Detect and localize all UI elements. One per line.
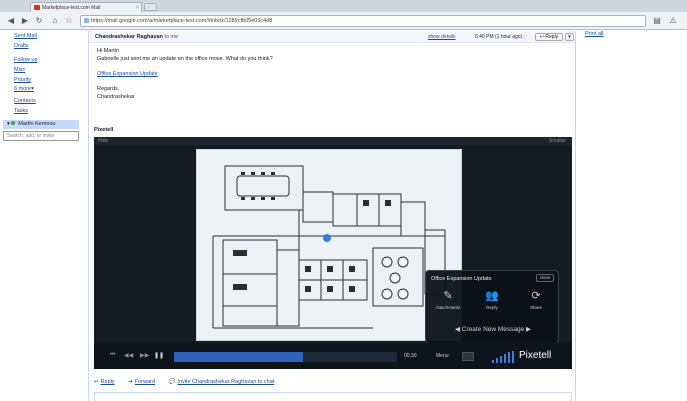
browser-tab-bar: Marketplace-test.com Mail ×: [0, 0, 687, 12]
people-icon: 👥: [485, 290, 499, 302]
wrench-icon[interactable]: ⚠: [668, 15, 678, 26]
share-icon: ⟳: [531, 290, 541, 302]
player-top-bar: Hide Smaller: [94, 137, 572, 145]
location-marker-icon: [323, 234, 331, 242]
attachment-title: Pixetell: [94, 127, 114, 133]
reload-icon[interactable]: ↻: [34, 15, 44, 26]
close-tab-icon[interactable]: ×: [136, 5, 139, 11]
chat-user-row[interactable]: ▾ Martin Kemnou: [3, 120, 79, 129]
right-column: Print all: [582, 31, 687, 401]
reply-button[interactable]: ↩ Reply: [535, 33, 563, 41]
print-all-link[interactable]: Print all: [585, 31, 603, 37]
message-header[interactable]: Chandrashekar Raghavan to me show detail…: [89, 31, 575, 43]
browser-toolbar: ◀ ▶ ↻ ⌂ ☆ https://mail.google.com/a/mark…: [0, 12, 687, 30]
message-actions: ↩ Reply ➜ Forward 💬 Invite Chandrashekar Ra…: [94, 379, 286, 389]
overlay-attachments-button[interactable]: ✎ Attachments: [430, 289, 466, 319]
message-link[interactable]: Office Expansion Update: [97, 71, 158, 77]
gmail-icon: [34, 5, 40, 10]
chat-search-input[interactable]: Search, add, or invite: [3, 131, 79, 141]
forward-link[interactable]: Forward: [135, 379, 155, 385]
gmail-page: Sent Mail Drafts Follow up Misc Priority…: [0, 31, 687, 401]
reply-icon: ↩: [94, 379, 99, 385]
recipient: to me: [164, 34, 179, 40]
url-text: https://mail.google.com/a/marketplace-te…: [91, 18, 273, 24]
chat-user-name: Martin Kemnou: [18, 121, 56, 127]
message-greeting: Hi Martin: [97, 48, 120, 54]
overlay-title: Office Expansion Update: [431, 276, 492, 282]
reply-box[interactable]: [94, 392, 572, 401]
floor-plan-image: [212, 165, 446, 329]
share-overlay-panel: Office Expansion Update close ✎ Attachme…: [425, 270, 559, 344]
bookmark-star-icon[interactable]: ☆: [64, 15, 74, 26]
pixetell-logo: Pixetell: [519, 350, 552, 361]
progress-fill: [174, 352, 304, 362]
more-actions-button[interactable]: ▾: [565, 33, 574, 41]
overlay-close-button[interactable]: close: [536, 274, 554, 282]
back-icon[interactable]: ◀: [6, 15, 16, 26]
message-signoff: Regards,: [97, 86, 120, 92]
volume-bars-icon[interactable]: [492, 351, 516, 363]
nav-drafts[interactable]: Drafts: [14, 43, 29, 49]
nav-label-misc[interactable]: Misc: [14, 67, 25, 73]
nav-label-priority[interactable]: Priority: [14, 77, 31, 83]
nav-tasks[interactable]: Tasks: [14, 108, 28, 114]
nav-more-labels[interactable]: 6 more▾: [14, 86, 34, 92]
lock-icon: [84, 18, 89, 23]
new-tab-button[interactable]: [144, 3, 157, 11]
chat-bubble-icon: 💬: [168, 379, 176, 385]
fullscreen-icon[interactable]: [462, 352, 474, 361]
reply-link[interactable]: Reply: [101, 379, 115, 385]
arrow-left-icon: ◀: [454, 326, 462, 333]
overlay-reply-button[interactable]: 👥 Reply: [474, 289, 510, 319]
hide-button[interactable]: Hide: [98, 138, 108, 144]
skip-back-icon[interactable]: ⏮: [110, 352, 115, 359]
timecode: 00:30: [404, 353, 417, 359]
left-nav: Sent Mail Drafts Follow up Misc Priority…: [0, 31, 82, 401]
rewind-icon[interactable]: ◀◀: [124, 352, 133, 359]
create-new-message-button[interactable]: ◀ Create New Message ▶: [426, 323, 560, 337]
player-controls: ⏮ ◀◀ ▶▶ ❚❚ 00:30 Menu Pixetell: [94, 343, 572, 369]
address-bar[interactable]: https://mail.google.com/a/marketplace-te…: [80, 15, 646, 27]
browser-tab[interactable]: Marketplace-test.com Mail ×: [30, 2, 142, 12]
invite-to-chat-link[interactable]: Invite Chandrashekar Raghavan to chat: [177, 379, 274, 385]
message-time: 6:40 PM (1 hour ago): [475, 34, 523, 40]
forward-icon: ➜: [128, 379, 133, 385]
arrow-right-icon: ▶: [524, 326, 532, 333]
tab-title: Marketplace-test.com Mail: [42, 4, 101, 11]
home-icon[interactable]: ⌂: [50, 15, 60, 26]
page-menu-icon[interactable]: ▤: [652, 15, 662, 26]
floor-plan-slide: [196, 149, 462, 341]
message-line: Gabrielle just sent me an update on the …: [97, 56, 273, 62]
conversation-view: Chandrashekar Raghavan to me show detail…: [88, 31, 576, 401]
video-player[interactable]: Hide Smaller Office Expansion Update clo…: [94, 137, 572, 369]
player-menu-button[interactable]: Menu: [436, 353, 449, 359]
star-icon[interactable]: ☆: [521, 32, 528, 41]
pause-icon[interactable]: ❚❚: [154, 352, 164, 359]
paperclip-icon: ✎: [443, 290, 453, 302]
online-status-icon: [11, 121, 16, 125]
nav-label-follow-up[interactable]: Follow up: [14, 57, 38, 63]
nav-sent-mail[interactable]: Sent Mail: [14, 33, 37, 39]
overlay-share-button[interactable]: ⟳ Share: [518, 289, 554, 319]
sender-name: Chandrashekar Raghavan to me: [95, 34, 179, 40]
message-signature: Chandrashekar: [97, 94, 135, 100]
nav-contacts[interactable]: Contacts: [14, 98, 36, 104]
show-details-link[interactable]: show details: [428, 34, 456, 40]
smaller-button[interactable]: Smaller: [549, 138, 566, 144]
forward-skip-icon[interactable]: ▶▶: [140, 352, 149, 359]
forward-icon[interactable]: ▶: [20, 15, 30, 26]
progress-bar[interactable]: [174, 352, 397, 362]
